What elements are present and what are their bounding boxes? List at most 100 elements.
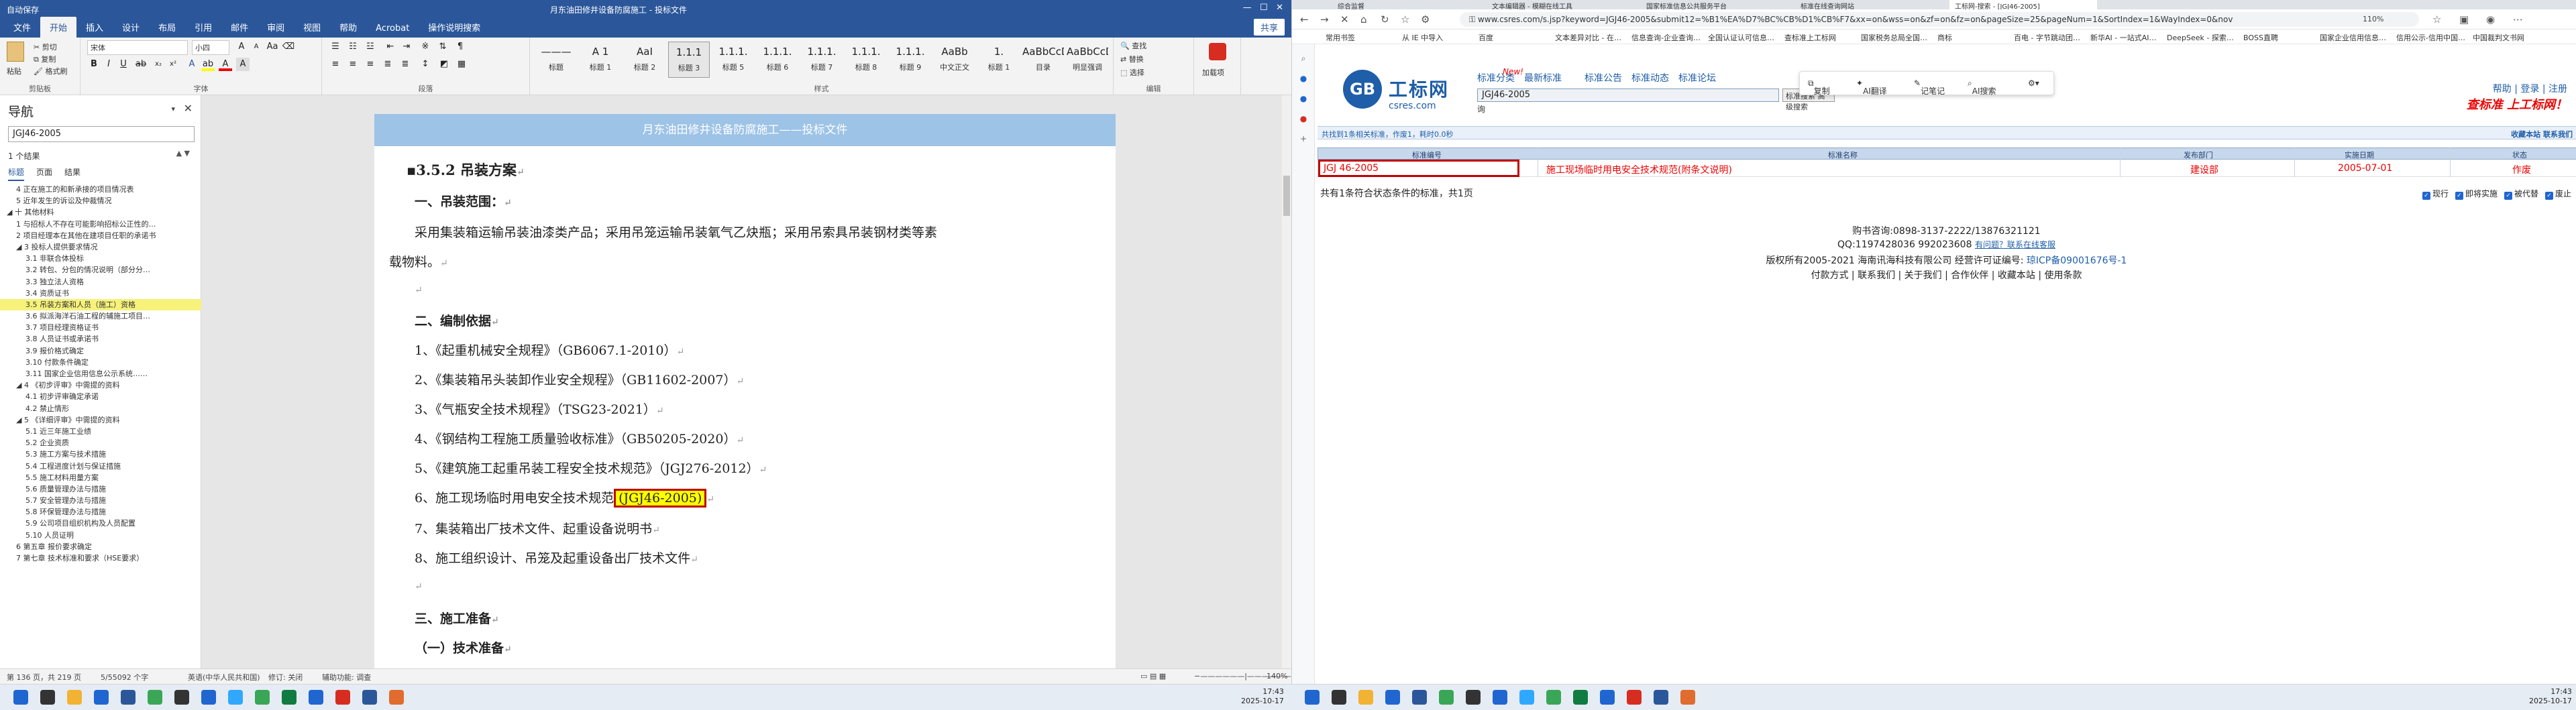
subscript-button[interactable]: x₂ [152, 58, 165, 71]
browser-tab[interactable]: 工标网-搜索 - [JGJ46-2005] [1949, 0, 2097, 9]
col-date[interactable]: 实施日期 [2345, 150, 2374, 160]
start-icon[interactable] [1305, 690, 1320, 705]
document-page[interactable]: 月东油田修井设备防腐施工——投标文件 ▪3.5.2 吊装方案↵ 一、吊装范围：↵… [374, 114, 1116, 668]
ribbon-tab[interactable]: 插入 [76, 17, 113, 38]
bookmark-item[interactable]: DeepSeek - 探索… [2167, 32, 2234, 43]
font-color-icon[interactable]: A [219, 58, 232, 71]
acrobat-icon[interactable] [335, 690, 350, 705]
stop-icon[interactable]: ✕ [1340, 13, 1349, 25]
app-icon[interactable] [1493, 690, 1507, 705]
status-language[interactable]: 英语(中华人民共和国) [188, 672, 260, 683]
popup-copy-button[interactable]: ⧉ 复制 [1808, 78, 1830, 96]
document-area[interactable]: 月东油田修井设备防腐施工——投标文件 ▪3.5.2 吊装方案↵ 一、吊装范围：↵… [201, 95, 1291, 668]
style-gallery-item[interactable]: 1.1.1. 标题 7 [801, 42, 843, 78]
style-gallery-item[interactable]: AaBbCcD 目录 [1022, 42, 1064, 78]
sidebar-app-icon[interactable]: ● [1299, 74, 1308, 83]
distributed-icon[interactable]: ≣ [398, 58, 412, 71]
autosave-label[interactable]: 自动保存 [7, 4, 39, 15]
style-gallery-item[interactable]: A 1 标题 1 [580, 42, 621, 78]
chinese-layout-icon[interactable]: ※ [419, 40, 432, 54]
excel-icon[interactable] [1573, 690, 1588, 705]
nav-heading-item[interactable]: 3.5 吊装方案和人员（施工）资格 [0, 298, 201, 311]
decrease-indent-icon[interactable]: ⇤ [384, 40, 397, 54]
ribbon-tab[interactable]: 设计 [113, 17, 149, 38]
shading-icon[interactable]: ◩ [437, 58, 451, 71]
show-marks-icon[interactable]: ¶ [453, 40, 467, 54]
addin-button[interactable]: 加载项 [1202, 67, 1224, 78]
bookmark-item[interactable]: 国家税务总局全国… [1861, 32, 1927, 43]
underline-button[interactable]: U [117, 58, 130, 71]
col-status[interactable]: 状态 [2512, 150, 2527, 160]
acrobat-icon[interactable] [1627, 690, 1642, 705]
site-logo-icon[interactable]: GB [1343, 70, 1382, 109]
ribbon-tab[interactable]: 操作说明搜索 [419, 17, 490, 38]
style-gallery-item[interactable]: 1.1.1. 标题 8 [845, 42, 887, 78]
popup-search-button[interactable]: ⌕ AI搜索 [1968, 78, 1996, 96]
nav-heading-item[interactable]: 3.6 拟派海洋石油工程的辅施工项目… [0, 310, 201, 322]
nav-heading-item[interactable]: 5.1 近三年施工业绩 [0, 426, 201, 437]
italic-button[interactable]: I [102, 58, 115, 71]
increase-indent-icon[interactable]: ⇥ [400, 40, 413, 54]
edge-icon[interactable] [94, 690, 109, 705]
search-icon[interactable] [1332, 690, 1346, 705]
nav-heading-item[interactable]: 3.10 付款条件确定 [0, 357, 201, 368]
bookmark-item[interactable]: 新华AI - 一站式AI… [2090, 32, 2157, 43]
style-gallery-item[interactable]: AaBb 中文正文 [934, 42, 975, 78]
status-track[interactable]: 修订: 关闭 [268, 672, 303, 683]
excel-icon[interactable] [282, 690, 297, 705]
word-icon[interactable] [362, 690, 377, 705]
bookmark-item[interactable]: 商标 [1937, 32, 1952, 43]
nav-tab[interactable]: 页面 [36, 166, 52, 181]
zoom-level[interactable]: 110% [2363, 15, 2383, 23]
result-bar-links[interactable]: 收藏本站 联系我们 [2511, 129, 2573, 139]
font-size-select[interactable]: 小四 [192, 40, 229, 55]
sidebar-search-icon[interactable]: ⌕ [1299, 54, 1308, 63]
style-gallery-item[interactable]: 1.1.1. 标题 6 [757, 42, 798, 78]
extension-icon[interactable]: ⚙ [1421, 13, 1430, 25]
nav-tab[interactable]: 标题 [8, 166, 25, 181]
nav-heading-item[interactable]: ◢ 4 《初步评审》中需提的资料 [0, 379, 201, 391]
ribbon-tab[interactable]: 审阅 [258, 17, 294, 38]
nav-heading-item[interactable]: 3.9 报价格式确定 [0, 345, 201, 357]
photoshop-icon[interactable] [228, 690, 243, 705]
line-spacing-icon[interactable]: ↕ [419, 58, 432, 71]
popup-settings-icon[interactable]: ⚙▾ [2028, 78, 2039, 88]
app-icon[interactable] [309, 690, 323, 705]
ribbon-tab[interactable]: 布局 [149, 17, 185, 38]
bookmark-item[interactable]: 国家企业信用信息… [2320, 32, 2386, 43]
edge-icon[interactable] [1385, 690, 1400, 705]
app-icon[interactable] [1600, 690, 1615, 705]
bullets-icon[interactable]: ☰ [329, 40, 342, 54]
clock-right[interactable]: 17:43 2025-10-17 [2529, 687, 2572, 706]
site-logo-text[interactable]: 工标网 [1389, 75, 1449, 102]
site-search-input[interactable]: JGJ46-2005 [1477, 88, 1779, 102]
bookmark-item[interactable]: 查标准上工标网 [1784, 32, 1836, 43]
share-button[interactable]: 共享 [1253, 19, 1285, 36]
popup-translate-button[interactable]: ✦ AI翻译 [1856, 78, 1887, 96]
scroll-thumb[interactable] [1283, 176, 1290, 216]
align-right-icon[interactable]: ≡ [364, 58, 377, 71]
borders-icon[interactable]: ▦ [455, 58, 468, 71]
ribbon-tab[interactable]: 邮件 [221, 17, 258, 38]
col-name[interactable]: 标准名称 [1828, 150, 1858, 160]
row-name[interactable]: 施工现场临时用电安全技术规范(附条文说明) [1546, 163, 1732, 176]
nav-heading-item[interactable]: 3.4 资质证书 [0, 288, 201, 299]
app-icon[interactable] [201, 690, 216, 705]
filter-checkbox[interactable]: ✓ [2455, 192, 2463, 200]
status-words[interactable]: 5/55092 个字 [101, 672, 148, 683]
ribbon-tab[interactable]: 视图 [294, 17, 330, 38]
address-bar[interactable]: ⚿ www.csres.com/s.jsp?keyword=JGJ46-2005… [1460, 12, 2419, 27]
bookmark-item[interactable]: 百电 - 字节跳动团… [2014, 32, 2080, 43]
popup-note-button[interactable]: ✎ 记笔记 [1914, 78, 1945, 96]
nav-heading-item[interactable]: 5.2 企业资质 [0, 437, 201, 449]
file-explorer-icon[interactable] [1358, 690, 1373, 705]
star-icon[interactable]: ☆ [2432, 13, 2441, 25]
nav-heading-item[interactable]: 5.4 工程进度计划与保证措施 [0, 461, 201, 472]
nav-heading-item[interactable]: 3.3 独立法人资格 [0, 276, 201, 288]
style-gallery-item[interactable]: AaBbCcD 明显强调 [1067, 42, 1108, 78]
app-icon[interactable] [174, 690, 189, 705]
nav-heading-item[interactable]: 5.5 施工材料用量方案 [0, 472, 201, 483]
nav-heading-item[interactable]: 1 与招标人不存在可能影响招标公正性的… [0, 219, 201, 230]
app-icon[interactable] [1680, 690, 1695, 705]
nav-heading-item[interactable]: ◢ 3 投标人提供要求情况 [0, 241, 201, 253]
